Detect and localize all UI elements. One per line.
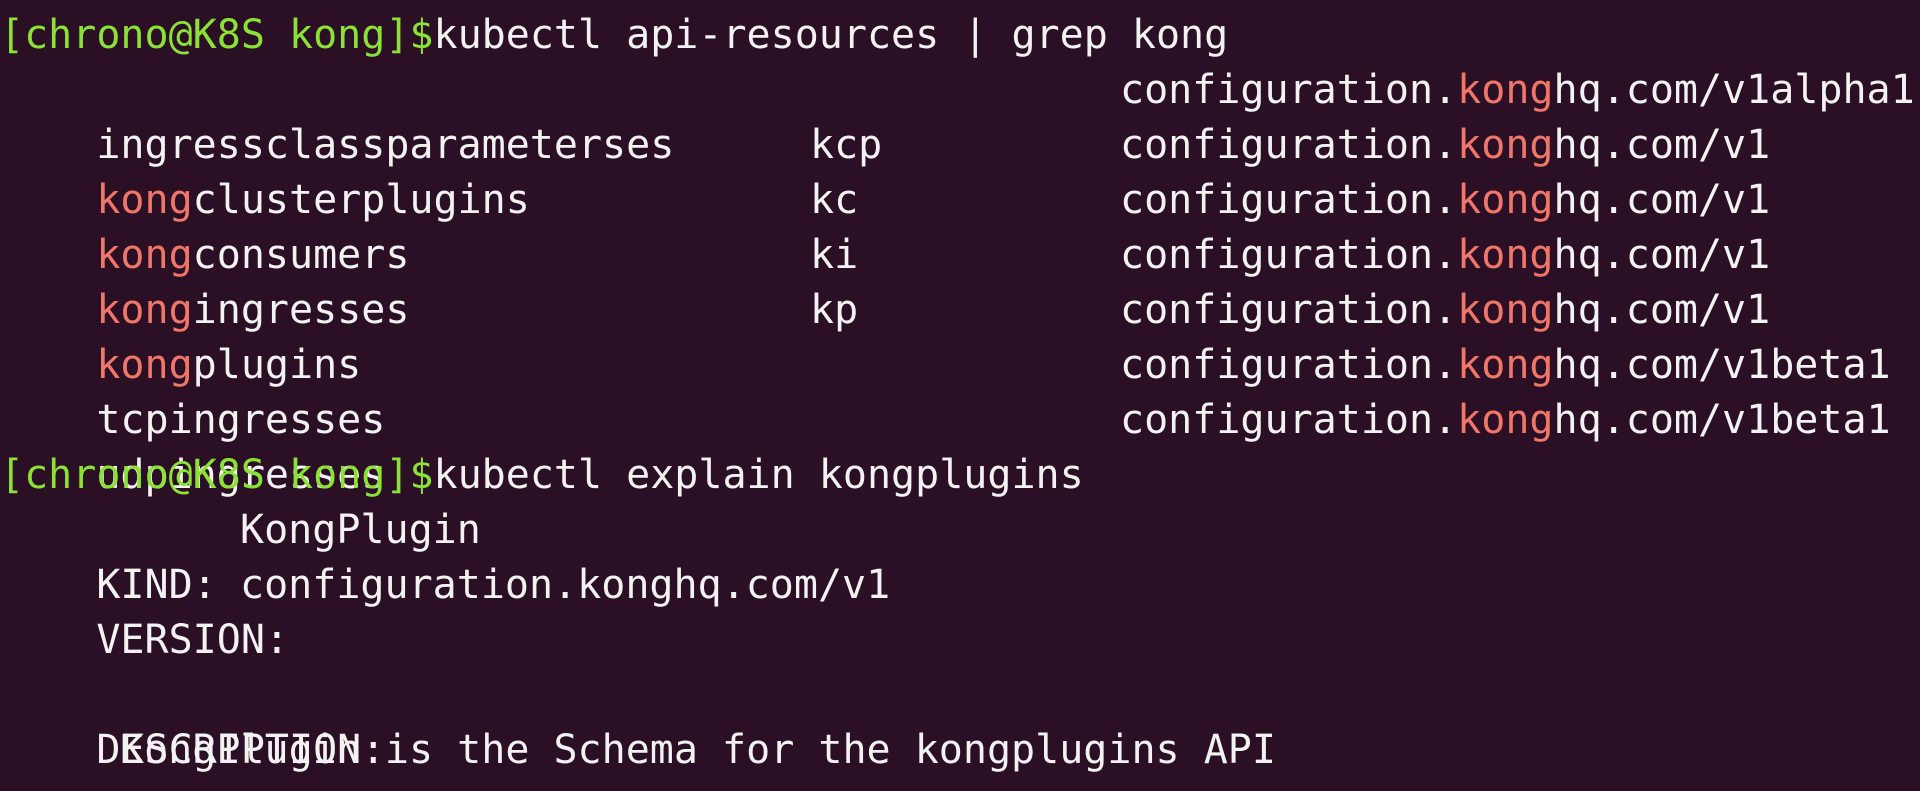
grep-match: kong	[1457, 287, 1554, 333]
resource-apiversion: configuration.konghq.com/v1	[1120, 122, 1771, 168]
terminal-window[interactable]: [chrono@K8S kong]$kubectl api-resources …	[0, 0, 1920, 791]
resource-shortname: ki	[810, 232, 859, 278]
resource-apiversion: configuration.konghq.com/v1alpha1	[1120, 67, 1915, 113]
grep-match: kong	[1457, 397, 1554, 443]
shell-prompt: [chrono@K8S kong]$	[0, 12, 434, 58]
kind-line: KIND: KongPlugin	[0, 503, 1920, 608]
resource-row: kongplugins kp configuration.konghq.com/…	[0, 283, 1920, 388]
description-line: KongPlugin is the Schema for the kongplu…	[0, 723, 1920, 778]
resource-shortname: kc	[810, 177, 859, 223]
version-value: configuration.konghq.com/v1	[240, 562, 891, 608]
grep-match: kong	[1457, 177, 1554, 223]
resource-apiversion: configuration.konghq.com/v1beta1	[1120, 342, 1891, 388]
resource-row: tcpingresses configuration.konghq.com/v1…	[0, 338, 1920, 443]
command-text: kubectl explain kongplugins	[433, 452, 1084, 498]
resource-apiversion: configuration.konghq.com/v1beta1	[1120, 397, 1891, 443]
version-label: VERSION:	[96, 617, 289, 663]
grep-match: kong	[1457, 67, 1554, 113]
resource-shortname: kp	[810, 287, 859, 333]
kind-value: KongPlugin	[240, 507, 481, 553]
resource-apiversion: configuration.konghq.com/v1	[1120, 232, 1771, 278]
grep-match: kong	[1457, 122, 1554, 168]
shell-prompt: [chrono@K8S kong]$	[0, 452, 434, 498]
resource-apiversion: configuration.konghq.com/v1	[1120, 287, 1771, 333]
description-heading: DESCRIPTION:	[0, 668, 1920, 773]
resource-row: kongclusterplugins kcp configuration.kon…	[0, 118, 1920, 223]
grep-match: kong	[1457, 232, 1554, 278]
resource-shortname: kcp	[810, 122, 883, 168]
command-line-2: [chrono@K8S kong]$kubectl explain kongpl…	[0, 448, 1084, 503]
resource-row: udpingresses configuration.konghq.com/v1…	[0, 393, 1920, 498]
resource-row: kongconsumers kc configuration.konghq.co…	[0, 173, 1920, 278]
resource-row: ingressclassparameterses configuration.k…	[0, 63, 1920, 168]
version-line: VERSION: configuration.konghq.com/v1	[0, 558, 1920, 663]
grep-match: kong	[1457, 342, 1554, 388]
command-line-1: [chrono@K8S kong]$kubectl api-resources …	[0, 8, 1228, 63]
description-text: KongPlugin is the Schema for the kongplu…	[120, 727, 1276, 773]
command-text: kubectl api-resources | grep kong	[433, 12, 1229, 58]
resource-row: kongingresses ki configuration.konghq.co…	[0, 228, 1920, 333]
resource-apiversion: configuration.konghq.com/v1	[1120, 177, 1771, 223]
